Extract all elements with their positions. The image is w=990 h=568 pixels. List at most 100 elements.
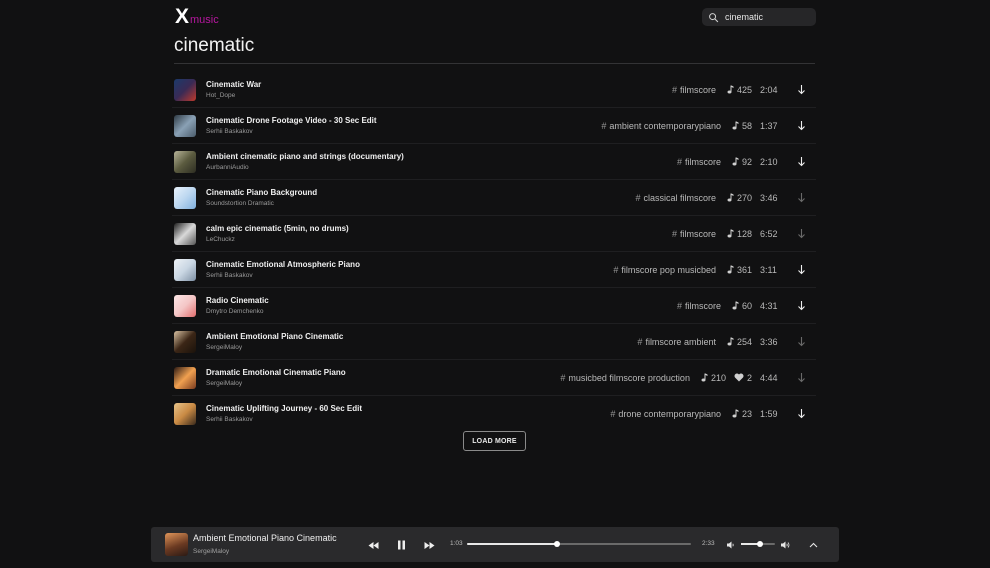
hashtag-icon: #: [676, 300, 682, 311]
track-row[interactable]: Cinematic Uplifting Journey - 60 Sec Edi…: [172, 396, 816, 431]
load-more-button[interactable]: LOAD MORE: [463, 431, 526, 451]
track-title[interactable]: Cinematic War: [206, 79, 672, 90]
track-row[interactable]: Ambient Emotional Piano Cinematic SergeiM…: [172, 324, 816, 360]
pause-button[interactable]: [394, 538, 408, 552]
download-button[interactable]: [792, 228, 810, 239]
track-title[interactable]: Cinematic Emotional Atmospheric Piano: [206, 259, 613, 270]
track-artist[interactable]: Hot_Dope: [206, 91, 672, 101]
max-volume-button[interactable]: [778, 538, 792, 552]
download-button[interactable]: [792, 192, 810, 203]
track-duration: 6:52: [760, 228, 778, 239]
app-logo[interactable]: X music: [175, 5, 219, 28]
track-title[interactable]: Cinematic Drone Footage Video - 30 Sec E…: [206, 115, 601, 126]
track-meta: # filmscore 425 2:04: [672, 84, 810, 95]
track-title[interactable]: Cinematic Uplifting Journey - 60 Sec Edi…: [206, 403, 610, 414]
track-artist[interactable]: Serhii Baskakov: [206, 127, 601, 137]
track-thumbnail[interactable]: [174, 222, 196, 245]
hashtag-icon: #: [613, 264, 619, 275]
seek-bar[interactable]: [467, 541, 691, 547]
download-arrow-icon: [797, 157, 805, 167]
player-bar: Ambient Emotional Piano Cinematic Sergei…: [151, 527, 839, 562]
track-duration: 1:37: [760, 120, 778, 131]
play-count: 60: [731, 301, 752, 311]
tags-text[interactable]: ambient contemporarypiano: [609, 121, 721, 131]
download-button[interactable]: [792, 264, 810, 275]
download-arrow-icon: [797, 409, 805, 419]
track-row[interactable]: Radio Cinematic Dmytro Demchenko # filmscor…: [172, 288, 816, 324]
track-title[interactable]: Dramatic Emotional Cinematic Piano: [206, 367, 560, 378]
track-row[interactable]: Cinematic Piano Background Soundstortion …: [172, 180, 816, 216]
fast-forward-button[interactable]: [422, 538, 436, 552]
track-title[interactable]: Radio Cinematic: [206, 295, 677, 306]
player-thumbnail: [165, 533, 188, 556]
tags-text[interactable]: classical filmscore: [643, 193, 716, 203]
track-info: calm epic cinematic (5min, no drums) LeCh…: [206, 223, 672, 245]
download-button[interactable]: [792, 120, 810, 131]
seek-handle[interactable]: [553, 541, 560, 547]
track-thumbnail[interactable]: [174, 78, 196, 101]
mute-button[interactable]: [724, 538, 738, 552]
track-artist[interactable]: SergeiMaloy: [206, 343, 637, 353]
logo-x: X: [175, 5, 190, 28]
tags-text[interactable]: filmscore ambient: [645, 337, 716, 347]
track-artist[interactable]: Dmytro Demchenko: [206, 307, 677, 317]
tags-text[interactable]: filmscore: [685, 301, 721, 311]
tags-text[interactable]: drone contemporarypiano: [618, 409, 721, 419]
track-artist[interactable]: Serhii Baskakov: [206, 415, 610, 425]
track-row[interactable]: Dramatic Emotional Cinematic Piano Sergei…: [172, 360, 816, 396]
track-row[interactable]: calm epic cinematic (5min, no drums) LeCh…: [172, 216, 816, 252]
fast-forward-icon: [424, 541, 434, 549]
expand-player-button[interactable]: [806, 538, 820, 552]
track-meta: # filmscore pop musicbed 361 3:11: [613, 264, 810, 275]
download-button[interactable]: [792, 156, 810, 167]
track-thumbnail[interactable]: [174, 366, 196, 389]
track-thumbnail[interactable]: [174, 114, 196, 137]
download-arrow-icon: [797, 265, 805, 275]
track-artist[interactable]: SergeiMaloy: [206, 379, 560, 389]
tags-text[interactable]: filmscore: [680, 229, 716, 239]
tags-text[interactable]: filmscore pop musicbed: [621, 265, 716, 275]
play-count: 425: [726, 85, 752, 95]
track-row[interactable]: Ambient cinematic piano and strings (doc…: [172, 144, 816, 180]
track-thumbnail[interactable]: [174, 258, 196, 281]
track-thumbnail[interactable]: [174, 402, 196, 425]
track-thumbnail[interactable]: [174, 294, 196, 317]
track-meta: # filmscore 60 4:31: [677, 300, 810, 311]
track-row[interactable]: Cinematic Drone Footage Video - 30 Sec E…: [172, 108, 816, 144]
volume-slider[interactable]: [741, 541, 775, 547]
tags-text[interactable]: filmscore: [685, 157, 721, 167]
track-title[interactable]: calm epic cinematic (5min, no drums): [206, 223, 672, 234]
download-arrow-icon: [797, 229, 805, 239]
tags-text[interactable]: filmscore: [680, 85, 716, 95]
search-box[interactable]: [702, 8, 816, 26]
track-artist[interactable]: Soundstortion Dramatic: [206, 199, 635, 209]
player-track-title[interactable]: Ambient Emotional Piano Cinematic: [193, 533, 337, 543]
rewind-button[interactable]: [366, 538, 380, 552]
download-button[interactable]: [792, 84, 810, 95]
play-count: 58: [731, 121, 752, 131]
track-thumbnail[interactable]: [174, 330, 196, 353]
track-title[interactable]: Ambient Emotional Piano Cinematic: [206, 331, 637, 342]
likes-count: 2: [734, 373, 752, 383]
track-artist[interactable]: LeChuckz: [206, 235, 672, 245]
track-tags: # classical filmscore: [635, 193, 716, 203]
volume-low-icon: [727, 541, 734, 549]
track-artist[interactable]: AurbanniAudio: [206, 163, 677, 173]
search-input[interactable]: [725, 12, 805, 22]
player-track-artist[interactable]: SergeiMaloy: [193, 548, 229, 555]
track-thumbnail[interactable]: [174, 186, 196, 209]
tags-text[interactable]: musicbed filmscore production: [568, 373, 690, 383]
download-button[interactable]: [792, 408, 810, 419]
track-thumbnail[interactable]: [174, 150, 196, 173]
download-button[interactable]: [792, 372, 810, 383]
track-artist[interactable]: Serhii Baskakov: [206, 271, 613, 281]
track-row[interactable]: Cinematic Emotional Atmospheric Piano Ser…: [172, 252, 816, 288]
download-button[interactable]: [792, 336, 810, 347]
track-row[interactable]: Cinematic War Hot_Dope # filmscore 425 2:04: [172, 72, 816, 108]
track-title[interactable]: Cinematic Piano Background: [206, 187, 635, 198]
download-arrow-icon: [797, 85, 805, 95]
volume-handle[interactable]: [756, 541, 763, 547]
music-note-icon: [732, 301, 739, 310]
track-title[interactable]: Ambient cinematic piano and strings (doc…: [206, 151, 677, 162]
download-button[interactable]: [792, 300, 810, 311]
